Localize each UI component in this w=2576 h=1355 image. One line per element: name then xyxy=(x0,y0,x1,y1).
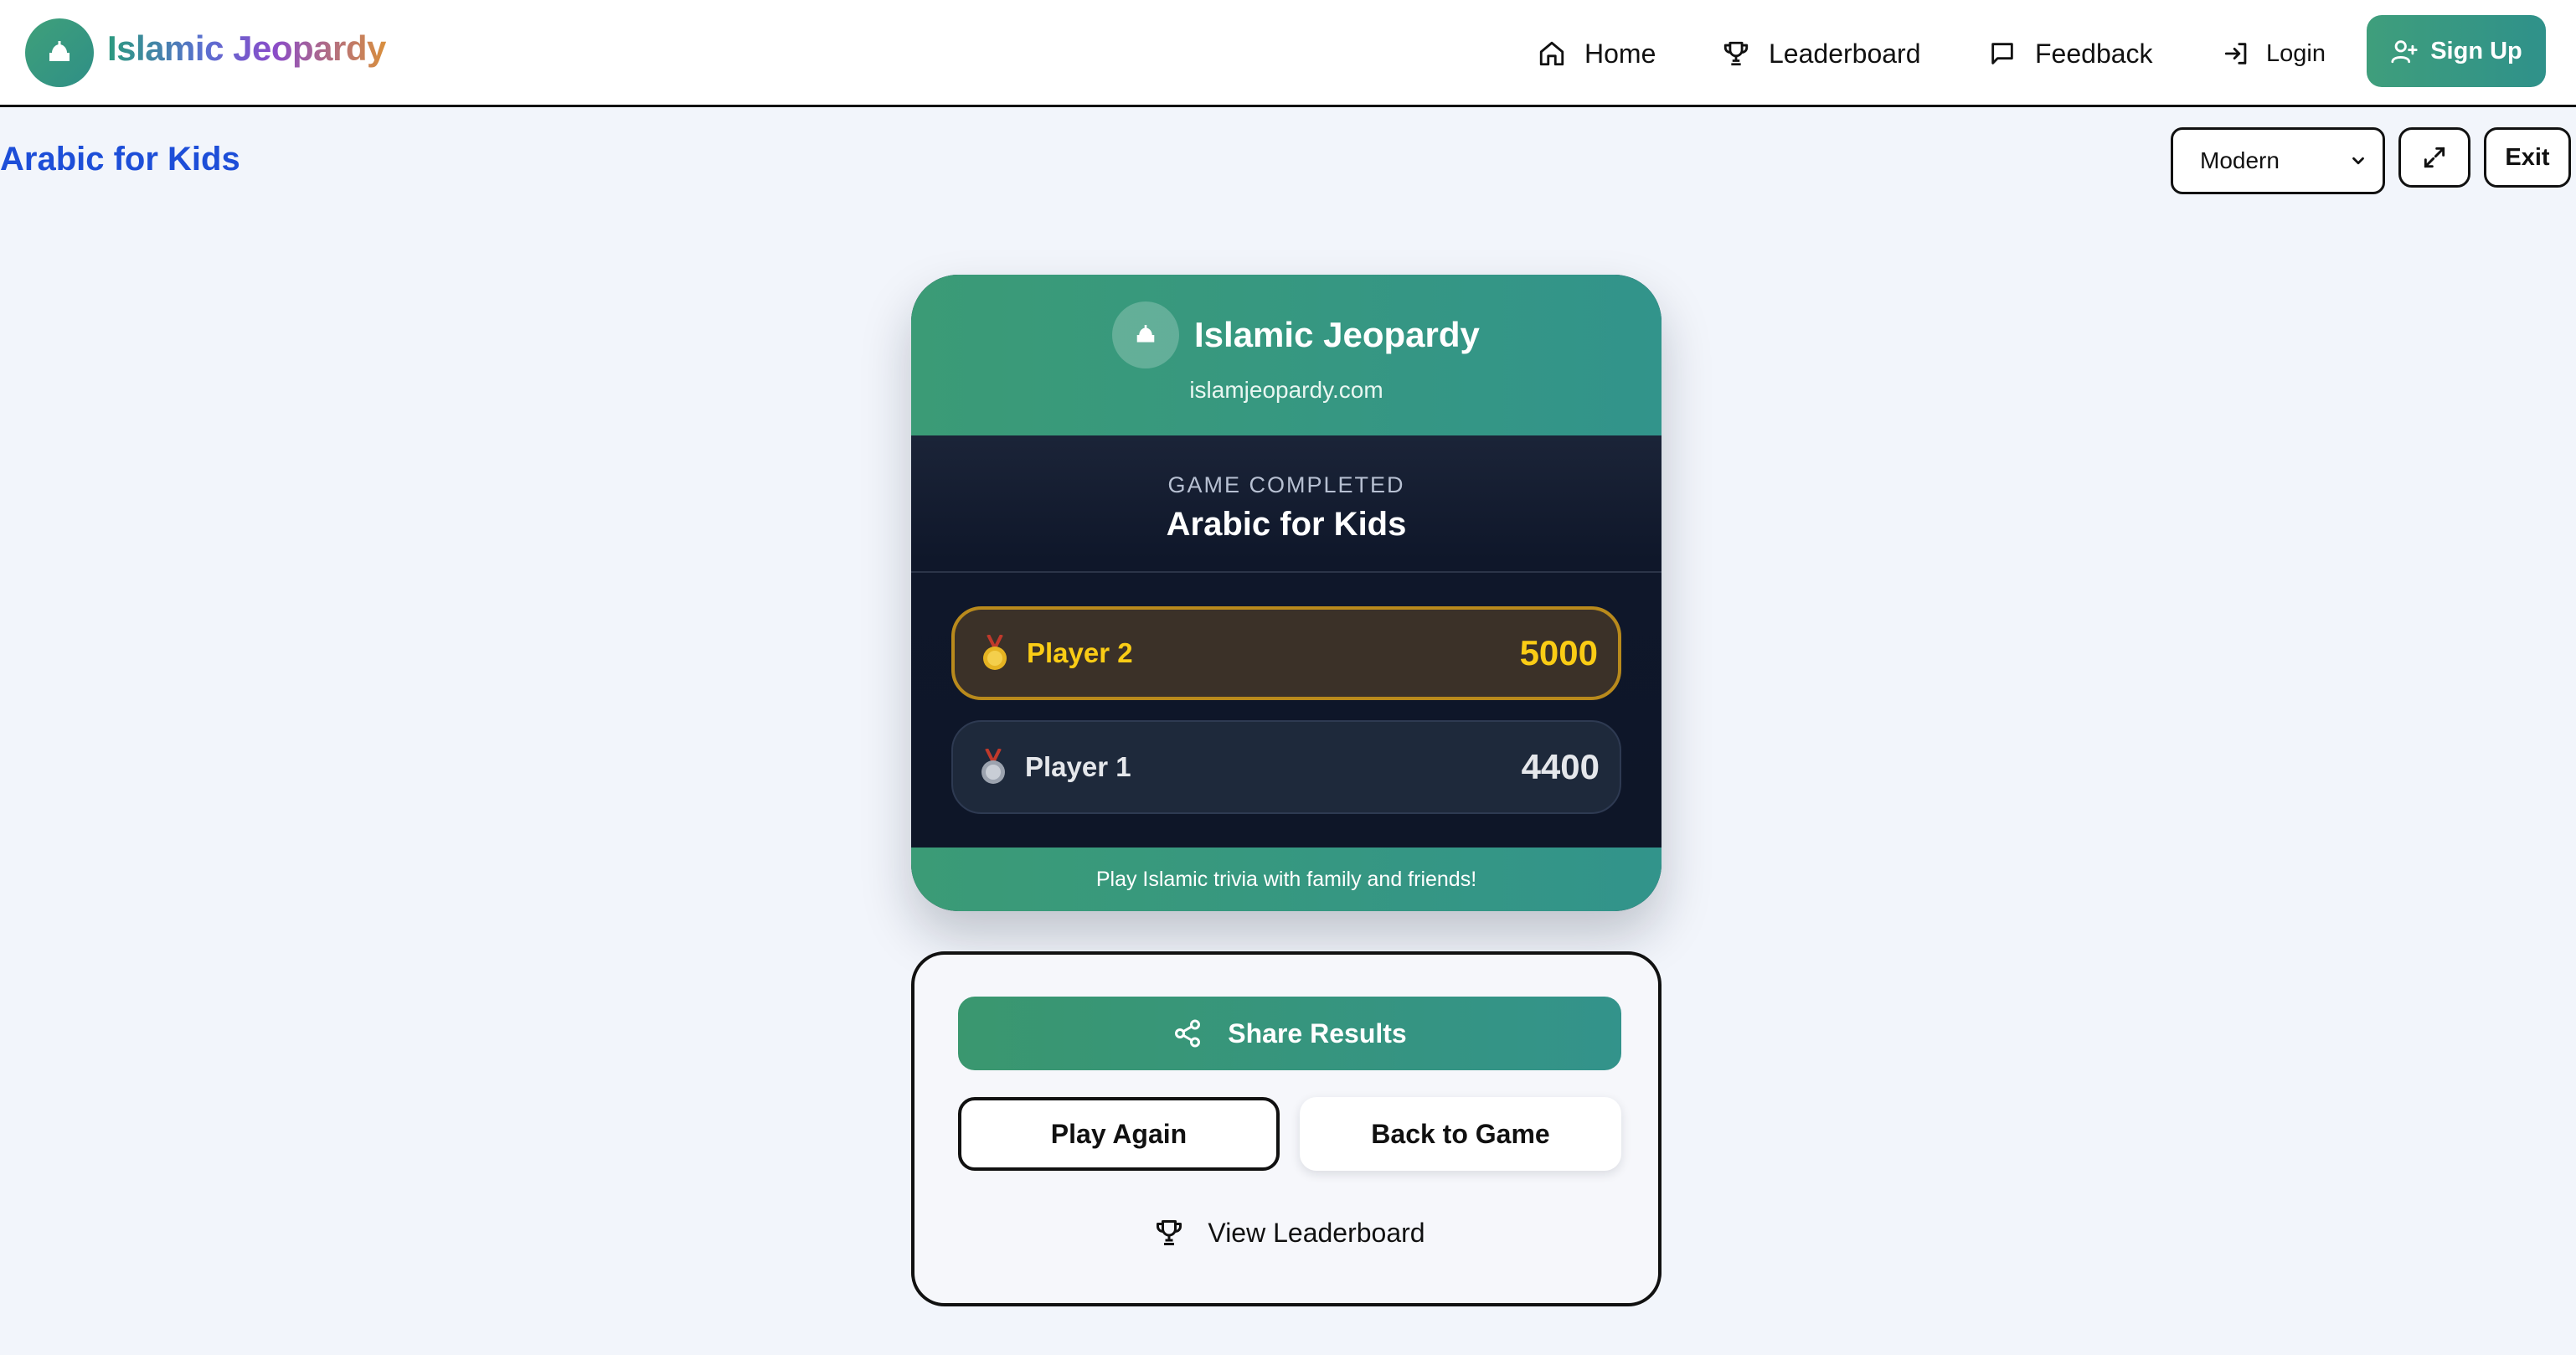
player-name: Player 2 xyxy=(1027,637,1133,668)
trophy-icon xyxy=(1723,41,1749,66)
page-title: Arabic for Kids xyxy=(0,141,240,178)
game-status: GAME COMPLETED xyxy=(1167,472,1405,497)
brand-logo[interactable] xyxy=(25,18,94,87)
game-title: Arabic for Kids xyxy=(1166,506,1407,543)
back-to-game-button[interactable]: Back to Game xyxy=(1300,1097,1621,1171)
nav-leaderboard[interactable]: Leaderboard xyxy=(1722,30,1920,77)
fullscreen-button[interactable] xyxy=(2398,127,2470,188)
player-row-rank-2: Player 1 4400 xyxy=(951,720,1621,814)
chevron-down-icon xyxy=(2352,157,2364,165)
sign-up-label: Sign Up xyxy=(2430,37,2522,64)
nav-leaderboard-label: Leaderboard xyxy=(1769,38,1921,69)
play-again-button[interactable]: Play Again xyxy=(958,1097,1280,1171)
mosque-icon xyxy=(49,41,70,61)
card-site-url: islamjeopardy.com xyxy=(1189,377,1383,403)
nav-feedback-label: Feedback xyxy=(2035,38,2153,69)
sign-up-button[interactable]: Sign Up xyxy=(2367,15,2546,87)
view-leaderboard-label: View Leaderboard xyxy=(1208,1217,1425,1248)
view-leaderboard-link[interactable]: View Leaderboard xyxy=(914,1194,1665,1271)
nav-login-label: Login xyxy=(2266,39,2326,67)
player-name: Player 1 xyxy=(1025,751,1131,782)
nav-home-label: Home xyxy=(1584,38,1656,69)
nav-feedback[interactable]: Feedback xyxy=(1988,30,2153,77)
trophy-icon xyxy=(1157,1220,1182,1245)
nav-home[interactable]: Home xyxy=(1538,30,1656,77)
message-icon xyxy=(1991,43,2013,64)
user-plus-icon xyxy=(2391,40,2418,64)
share-icon xyxy=(1175,1019,1201,1048)
divider xyxy=(911,571,1662,573)
actions-panel: Share Results Play Again Back to Game Vi… xyxy=(911,951,1662,1306)
share-results-label: Share Results xyxy=(1228,1018,1407,1048)
card-brand-name: Islamic Jeopardy xyxy=(1194,315,1480,354)
theme-select-value: Modern xyxy=(2200,147,2280,173)
player-score: 5000 xyxy=(1519,633,1598,672)
card-logo xyxy=(1112,301,1179,368)
player-row-rank-1: Player 2 5000 xyxy=(951,606,1621,700)
result-card: Islamic Jeopardy islamjeopardy.com GAME … xyxy=(911,275,1662,911)
nav-login[interactable]: Login xyxy=(2223,30,2326,77)
result-card-brand: Islamic Jeopardy xyxy=(1112,300,1480,370)
player-score: 4400 xyxy=(1521,747,1600,786)
share-results-button[interactable]: Share Results xyxy=(958,997,1621,1070)
login-icon xyxy=(2224,43,2247,64)
silver-medal-icon xyxy=(981,749,1005,784)
mosque-icon xyxy=(1136,325,1155,343)
theme-select[interactable]: Modern xyxy=(2171,127,2385,194)
home-icon xyxy=(1539,41,1564,66)
result-card-footer: Play Islamic trivia with family and frie… xyxy=(911,848,1662,911)
exit-button[interactable]: Exit xyxy=(2484,127,2571,188)
brand-name[interactable]: Islamic Jeopardy xyxy=(107,28,386,69)
top-navbar: Islamic Jeopardy Home Leaderboard Feedba… xyxy=(0,0,2576,107)
expand-icon xyxy=(2424,147,2445,168)
gold-medal-icon xyxy=(983,635,1007,670)
